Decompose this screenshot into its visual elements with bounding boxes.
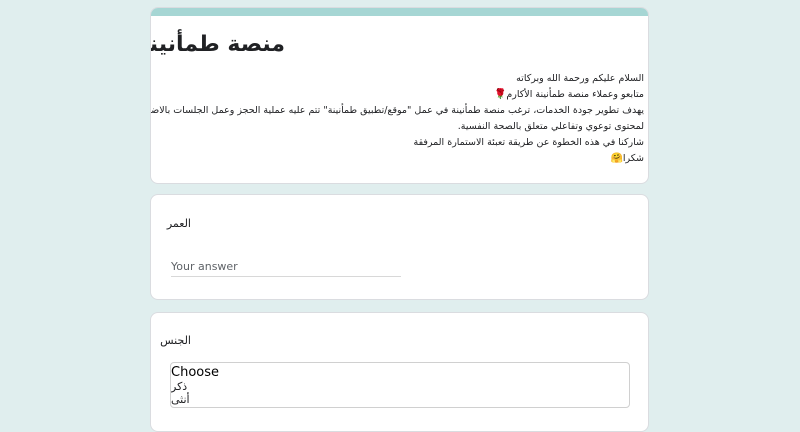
description-line-6-text: شكرا <box>622 153 644 164</box>
rose-icon: 🌹 <box>493 89 507 100</box>
description-line-5: شاركنا في هذه الخطوة عن طريقة تعبئة الاس… <box>413 137 644 148</box>
question-label-age: العمر <box>166 217 191 230</box>
hugging-face-icon: 🤗 <box>610 153 623 164</box>
gender-option-female[interactable]: أنثى <box>171 393 629 406</box>
question-card-age: العمر <box>150 194 649 300</box>
form-header-card: منصة طمأنينة السلام عليكم ورحمة الله وبر… <box>150 7 649 184</box>
gender-option-choose[interactable]: Choose <box>171 365 629 380</box>
question-label-gender: الجنس <box>160 334 191 347</box>
question-card-gender: الجنس Choose ذكر أنثى <box>150 312 649 432</box>
description-line-3: يهدف تطوير جودة الخدمات، ترغب منصة طمأني… <box>150 105 644 116</box>
description-line-1: السلام عليكم ورحمة الله وبركاته <box>516 73 644 84</box>
description-line-6: شكرا🤗 <box>167 151 644 167</box>
form-title: منصة طمأنينة <box>150 32 285 57</box>
form-description: السلام عليكم ورحمة الله وبركاته متابعو و… <box>150 71 644 167</box>
description-line-2: متابعو وعملاء منصة طمأنينة الأكارم🌹 <box>167 87 644 103</box>
description-line-4: لمحتوى توعوي وتفاعلي متعلق بالصحة النفسي… <box>457 121 644 132</box>
gender-select[interactable]: Choose ذكر أنثى <box>170 362 630 408</box>
gender-option-male[interactable]: ذكر <box>171 380 629 393</box>
accent-bar <box>151 8 648 16</box>
description-line-2-text: متابعو وعملاء منصة طمأنينة الأكارم <box>506 89 644 100</box>
age-answer-input[interactable] <box>171 256 401 277</box>
